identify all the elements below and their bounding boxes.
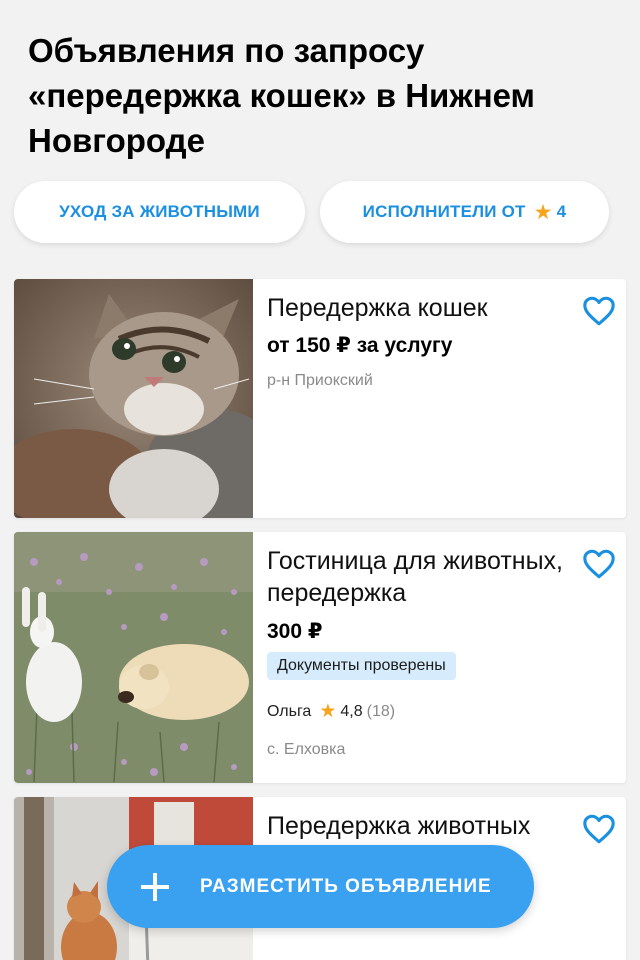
heart-icon[interactable] — [582, 295, 616, 327]
seller-name: Ольга — [267, 702, 312, 720]
star-icon: ★ — [319, 701, 337, 722]
seller-rating: Ольга ★ 4,8 (18) — [267, 700, 570, 723]
filter-chip-label: ИСПОЛНИТЕЛИ ОТ — [362, 202, 526, 221]
heart-icon[interactable] — [582, 548, 616, 580]
kitten-photo[interactable] — [14, 279, 253, 518]
listing-title[interactable]: Передержка кошек — [267, 292, 570, 324]
listing-title[interactable]: Передержка животных — [267, 810, 570, 842]
listing-title[interactable]: Гостиница для животных, передержка — [267, 545, 570, 609]
listing-card[interactable]: Передержка кошек от 150 ₽ за услугу р-н … — [14, 279, 626, 518]
listing-price: 300 ₽ — [267, 620, 323, 643]
page-title: Объявления по запросу «передержка кошек»… — [28, 32, 535, 159]
review-count: (18) — [366, 702, 396, 720]
plus-icon — [141, 872, 169, 901]
listing-location: с. Елховка — [267, 741, 346, 758]
listing-info: Передержка животных — [267, 797, 570, 842]
filter-rating-value: 4 — [556, 202, 567, 221]
heart-icon[interactable] — [582, 813, 616, 845]
filter-chip-animal-care[interactable]: УХОД ЗА ЖИВОТНЫМИ — [14, 181, 305, 243]
post-ad-button[interactable]: РАЗМЕСТИТЬ ОБЪЯВЛЕНИЕ — [107, 845, 534, 928]
post-ad-label: РАЗМЕСТИТЬ ОБЪЯВЛЕНИЕ — [200, 875, 492, 897]
listing-info: Гостиница для животных, передержка 300 ₽… — [267, 532, 570, 759]
listing-card[interactable]: Гостиница для животных, передержка 300 ₽… — [14, 532, 626, 783]
rabbit-and-puppy-photo[interactable] — [14, 532, 253, 783]
rating-value: 4,8 — [340, 702, 363, 720]
listing-price: от 150 ₽ за услугу — [267, 334, 453, 357]
filter-chip-performer-rating[interactable]: ИСПОЛНИТЕЛИ ОТ ★ 4 — [320, 181, 609, 243]
listing-location: р-н Приокский — [267, 372, 373, 389]
filter-chip-label: УХОД ЗА ЖИВОТНЫМИ — [59, 202, 260, 221]
listing-info: Передержка кошек от 150 ₽ за услугу р-н … — [267, 279, 570, 390]
star-icon: ★ — [533, 200, 553, 224]
verified-documents-badge: Документы проверены — [267, 652, 456, 680]
